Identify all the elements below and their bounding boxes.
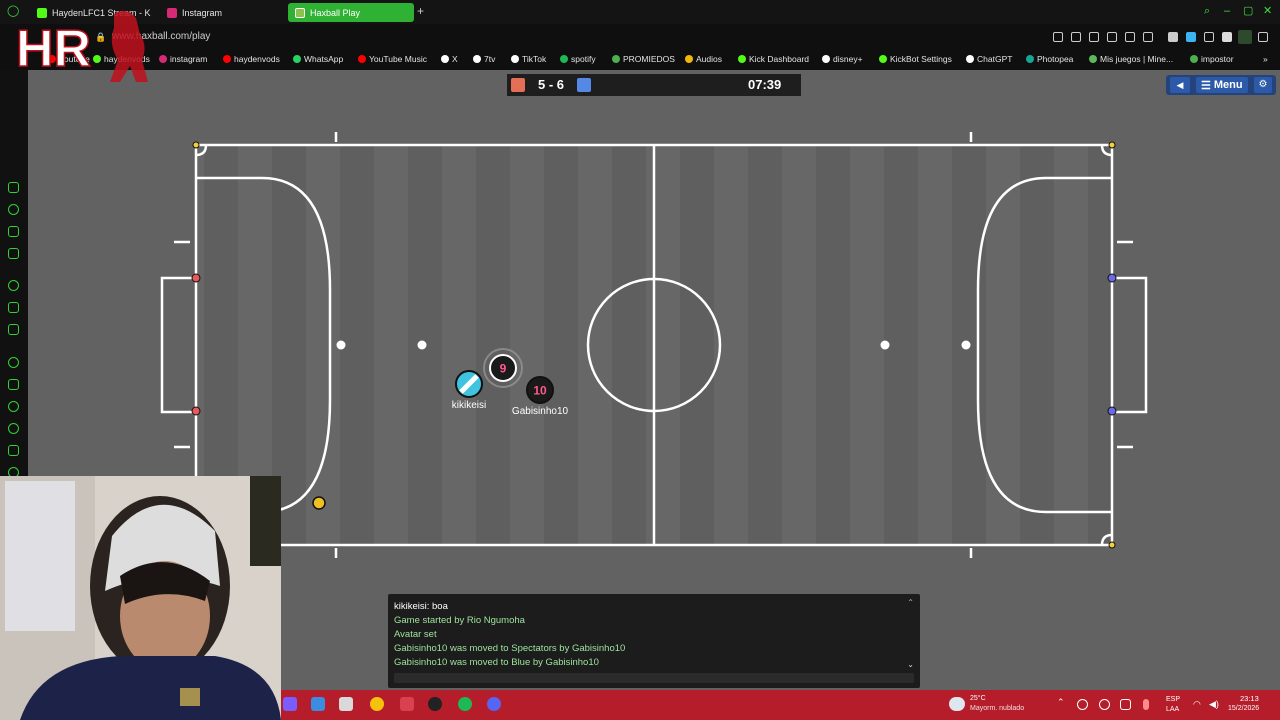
chat-panel: ⌃ kikikeisi: boa Game started by Rio Ngu… (388, 594, 920, 688)
chevron-down-icon[interactable]: ⌄ (907, 660, 914, 669)
wifi-icon[interactable]: ◠ (1193, 700, 1201, 709)
menu-button[interactable]: ☰ Menu (1196, 77, 1248, 93)
spotify-icon[interactable] (458, 697, 472, 711)
app-icon[interactable] (339, 697, 353, 711)
chat-message: Avatar set (394, 629, 437, 640)
chat-message: kikikeisi: boa (394, 601, 448, 612)
clock-time[interactable]: 23:13 (1240, 695, 1259, 703)
discord-icon[interactable] (487, 697, 501, 711)
clock-date: 15/2/2026 (1228, 705, 1260, 712)
streamer-logo: HR (15, 10, 148, 82)
match-timer: 07:39 (748, 77, 782, 92)
player-name-gabisinho10: Gabisinho10 (511, 406, 569, 417)
opera-gx-icon[interactable] (400, 697, 414, 711)
score: 5 - 6 (537, 77, 564, 92)
weather-description: Mayorm. nublado (970, 705, 1025, 712)
hamburger-icon: ☰ (1201, 79, 1211, 92)
language-indicator[interactable]: ESP (1166, 696, 1180, 704)
chat-message: Game started by Rio Ngumoha (394, 615, 525, 626)
microphone-icon[interactable] (1143, 699, 1149, 710)
logo-text: HR (16, 20, 91, 78)
tray-display-icon[interactable] (1120, 699, 1131, 710)
volume-icon[interactable]: ◀) (1209, 700, 1219, 709)
teams-icon[interactable] (283, 697, 297, 711)
tray-overflow-icon[interactable]: ⌃ (1057, 698, 1065, 707)
chat-message: Gabisinho10 was moved to Blue by Gabisin… (394, 657, 599, 668)
player-9-number: 9 (500, 362, 507, 376)
player-gabisinho10-number: 10 (533, 384, 547, 398)
weather-cloud-icon[interactable] (949, 697, 965, 711)
speaker-icon[interactable]: ◀ (1170, 77, 1190, 93)
tray-app-icon[interactable] (1077, 699, 1088, 710)
screen: ◯ HaydenLFC1 Stream - K Instagram Haxbal… (0, 0, 1280, 720)
obs-icon[interactable] (428, 697, 442, 711)
file-explorer-icon[interactable] (311, 697, 325, 711)
player-name-kikikeisi: kikikeisi (451, 400, 487, 411)
weather-temperature: 25°C (970, 695, 986, 702)
keyboard-layout: LAA (1166, 706, 1180, 713)
chat-input[interactable] (394, 673, 914, 683)
webcam-overlay (0, 476, 281, 720)
liverbird-icon (110, 10, 148, 82)
red-team-icon (511, 78, 525, 92)
gear-icon[interactable]: ⚙ (1254, 77, 1272, 93)
tray-steam-icon[interactable] (1099, 699, 1110, 710)
ball (312, 496, 326, 510)
chrome-icon[interactable] (370, 697, 384, 711)
blue-team-icon (577, 78, 591, 92)
chat-message: Gabisinho10 was moved to Spectators by G… (394, 643, 626, 654)
webcam-feed (0, 476, 281, 720)
chevron-up-icon[interactable]: ⌃ (907, 598, 914, 607)
